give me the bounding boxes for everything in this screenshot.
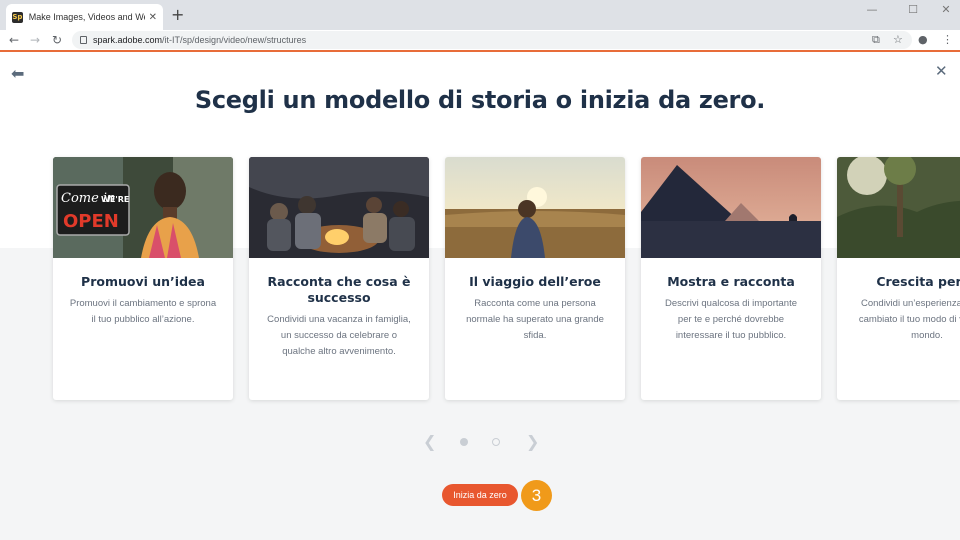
card-title: Racconta che cosa è successo — [267, 274, 411, 305]
pyramids-photo — [641, 157, 821, 258]
url-text: spark.adobe.com/it-IT/sp/design/video/ne… — [93, 35, 306, 45]
window-close-icon[interactable]: ✕ — [936, 3, 956, 16]
card-description: Promuovi il cambiamento e sprona il tuo … — [69, 298, 217, 325]
browser-nav-bar: ← → ↻ spark.adobe.com/it-IT/sp/design/vi… — [0, 30, 960, 50]
minimize-icon[interactable]: — — [862, 3, 882, 16]
carousel-pager: ❮ ❯ — [0, 432, 960, 452]
page-back-icon[interactable]: ⬅ — [11, 64, 24, 83]
sign-were: WE'RE — [101, 195, 129, 204]
card-description: Condividi un’esperienza che ha cambiato … — [858, 298, 960, 341]
card-image-pyramids — [641, 157, 821, 258]
page-close-icon[interactable]: ✕ — [935, 62, 948, 80]
lock-icon — [80, 36, 87, 44]
forward-arrow-icon[interactable]: → — [30, 32, 40, 48]
browser-tab-bar: Sp Make Images, Videos and Web S ✕ + — ☐… — [0, 0, 960, 30]
page-title: Scegli un modello di storia o inizia da … — [194, 86, 766, 114]
start-from-scratch-button[interactable]: Inizia da zero — [442, 484, 518, 506]
step-number-badge: 3 — [521, 480, 552, 511]
url-path: /it-IT/sp/design/video/new/structures — [162, 35, 307, 45]
card-title: Il viaggio dell’eroe — [469, 274, 601, 289]
menu-icon[interactable]: ⋮ — [942, 33, 953, 46]
forest-photo — [837, 157, 960, 258]
card-image-forest — [837, 157, 960, 258]
campfire-photo — [249, 157, 429, 258]
url-host: spark.adobe.com — [93, 35, 163, 45]
carousel-prev-icon[interactable]: ❮ — [423, 432, 436, 451]
new-tab-button[interactable]: + — [171, 6, 184, 24]
story-card-hero-journey[interactable]: Il viaggio dell’eroe Racconta come una p… — [445, 157, 625, 400]
story-card-promote-idea[interactable]: Come in WE'RE OPEN Promuovi un’idea Prom… — [53, 157, 233, 400]
back-arrow-icon[interactable]: ← — [9, 32, 19, 48]
story-card-show-and-tell[interactable]: Mostra e racconta Descrivi qualcosa di i… — [641, 157, 821, 400]
card-description: Condividi una vacanza in famiglia, un su… — [267, 314, 411, 357]
spark-favicon-icon: Sp — [12, 11, 23, 23]
open-sign-photo: Come in WE'RE OPEN — [53, 157, 233, 258]
card-description: Descrivi qualcosa di importante per te e… — [664, 298, 797, 341]
translate-icon[interactable]: ⧉ — [872, 33, 880, 47]
reload-icon[interactable]: ↻ — [52, 32, 62, 48]
profile-icon[interactable]: ● — [918, 33, 928, 46]
tab-close-icon[interactable]: ✕ — [149, 12, 157, 23]
maximize-icon[interactable]: ☐ — [903, 3, 923, 16]
card-title: Crescita perso — [876, 274, 960, 289]
story-card-tell-what-happened[interactable]: Racconta che cosa è successo Condividi u… — [249, 157, 429, 400]
address-bar[interactable]: spark.adobe.com/it-IT/sp/design/video/ne… — [72, 31, 912, 49]
tab-title: Make Images, Videos and Web S — [28, 12, 145, 22]
carousel-next-icon[interactable]: ❯ — [526, 432, 539, 451]
wheat-field-photo — [445, 157, 625, 258]
card-image-campfire — [249, 157, 429, 258]
browser-tab[interactable]: Sp Make Images, Videos and Web S ✕ — [6, 4, 163, 30]
star-icon[interactable]: ☆ — [893, 33, 903, 46]
carousel-dot-2[interactable] — [492, 438, 500, 446]
story-card-personal-growth[interactable]: Crescita perso Condividi un’esperienza c… — [837, 157, 960, 400]
card-description: Racconta come una persona normale ha sup… — [466, 298, 604, 341]
sign-open: OPEN — [63, 211, 119, 232]
card-title: Mostra e racconta — [667, 274, 795, 289]
structures-page: ⬅ ✕ Scegli un modello di storia o inizia… — [0, 52, 960, 540]
card-image-wheat-field — [445, 157, 625, 258]
carousel-dot-1[interactable] — [460, 438, 468, 446]
card-image-open-sign: Come in WE'RE OPEN — [53, 157, 233, 258]
card-title: Promuovi un’idea — [81, 274, 205, 289]
